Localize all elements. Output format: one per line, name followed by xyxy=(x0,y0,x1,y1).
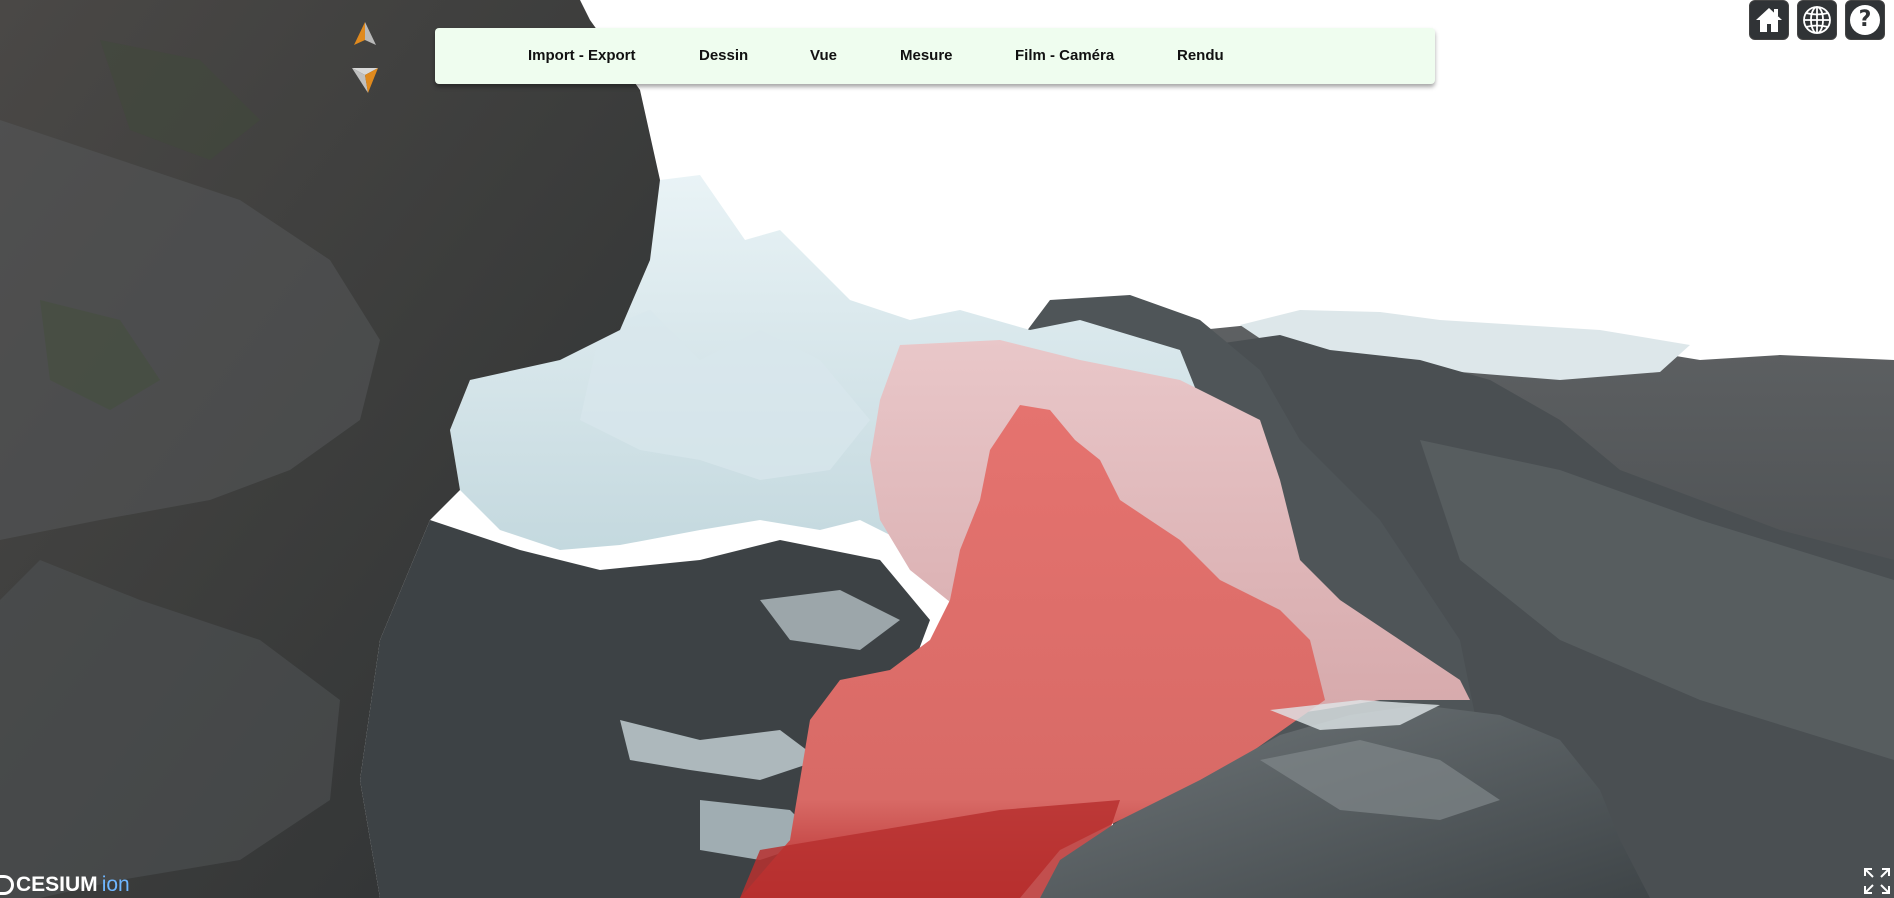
globe-icon xyxy=(1803,6,1831,34)
home-button[interactable] xyxy=(1749,0,1789,40)
help-icon: ? xyxy=(1850,5,1880,35)
menu-rendu[interactable]: Rendu xyxy=(1177,28,1224,84)
menu-import-export[interactable]: Import - Export xyxy=(528,28,636,84)
help-button[interactable]: ? xyxy=(1845,0,1885,40)
credit-product: ion xyxy=(101,873,130,896)
main-menu-bar: Import - Export Dessin Vue Mesure Film -… xyxy=(435,28,1435,84)
scene-mode-button[interactable] xyxy=(1797,0,1837,40)
menu-film-camera[interactable]: Film - Caméra xyxy=(1015,28,1114,84)
menu-dessin[interactable]: Dessin xyxy=(699,28,748,84)
menu-mesure[interactable]: Mesure xyxy=(900,28,953,84)
home-icon xyxy=(1756,8,1782,32)
cesium-logo-icon xyxy=(0,875,14,895)
tilt-up-arrow-icon[interactable] xyxy=(350,20,380,48)
cesium-viewer[interactable]: Import - Export Dessin Vue Mesure Film -… xyxy=(0,0,1894,898)
tilt-down-arrow-icon[interactable] xyxy=(350,65,380,95)
cesium-ion-logo[interactable]: CESIUM ion xyxy=(0,872,130,898)
fullscreen-icon[interactable] xyxy=(1862,866,1892,896)
terrain-3d-view[interactable] xyxy=(0,0,1894,898)
menu-vue[interactable]: Vue xyxy=(810,28,837,84)
credit-brand: CESIUM xyxy=(16,873,98,896)
